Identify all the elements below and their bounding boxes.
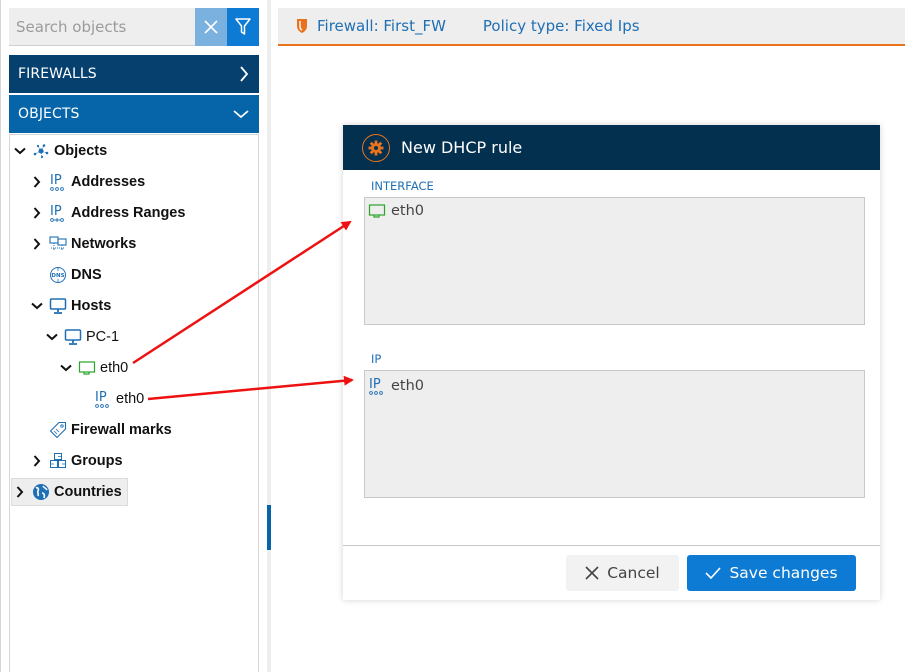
- tree-item-hosts[interactable]: Hosts: [29, 293, 111, 319]
- tree-item-groups[interactable]: Groups: [29, 448, 123, 474]
- checkmark-icon: [705, 567, 722, 579]
- svg-text:IP: IP: [50, 173, 62, 188]
- interface-drop-zone[interactable]: eth0: [364, 197, 865, 325]
- tree-item-label: PC-1: [86, 329, 120, 345]
- tree-item-countries[interactable]: Countries: [11, 478, 128, 506]
- ip-address-icon: IP: [48, 172, 68, 192]
- dialog-footer-divider: [343, 545, 880, 546]
- tree-item-address-ranges[interactable]: IP Address Ranges: [29, 200, 185, 226]
- chevron-right-icon: [240, 66, 249, 82]
- panel-splitter[interactable]: [267, 0, 271, 672]
- chevron-down-icon[interactable]: [58, 364, 74, 372]
- chevron-down-icon[interactable]: [44, 333, 60, 341]
- gear-icon: [362, 133, 390, 162]
- splitter-handle[interactable]: [267, 505, 271, 550]
- objects-network-icon: [31, 141, 51, 161]
- cancel-button[interactable]: Cancel: [566, 555, 679, 591]
- chevron-right-icon[interactable]: [29, 207, 45, 219]
- svg-text:IP: IP: [95, 390, 107, 405]
- network-card-icon: [368, 203, 386, 219]
- network-card-icon: [77, 358, 97, 378]
- filter-button[interactable]: [227, 8, 259, 46]
- new-dhcp-rule-dialog: New DHCP rule INTERFACE eth0 IP IP eth0 …: [343, 125, 880, 600]
- tree-item-label: Addresses: [71, 174, 146, 190]
- search-input[interactable]: [9, 8, 195, 46]
- globe-icon: [31, 482, 51, 502]
- close-icon: [204, 20, 218, 34]
- clear-search-button[interactable]: [195, 8, 227, 46]
- cancel-label: Cancel: [607, 564, 660, 582]
- tree-item-label: Objects: [54, 143, 108, 159]
- tree-item-label: Groups: [71, 453, 123, 469]
- interface-value: eth0: [391, 203, 425, 219]
- filter-icon: [235, 18, 251, 35]
- ip-address-icon: IP: [93, 389, 113, 409]
- firewall-name: Firewall: First_FW: [317, 17, 446, 35]
- tree-item-label: Hosts: [71, 298, 112, 314]
- dialog-header: New DHCP rule: [343, 125, 880, 170]
- chevron-right-icon[interactable]: [12, 486, 28, 498]
- firewalls-section-header[interactable]: FIREWALLS: [9, 55, 259, 93]
- tree-item-pc-1[interactable]: PC-1: [44, 324, 119, 350]
- save-changes-label: Save changes: [729, 564, 838, 582]
- objects-section-header[interactable]: OBJECTS: [9, 95, 259, 133]
- tree-item-objects[interactable]: Objects: [12, 138, 107, 164]
- cubes-icon: [48, 451, 68, 471]
- ip-chip[interactable]: IP eth0: [368, 376, 424, 396]
- networks-icon: [48, 234, 68, 254]
- panel-border: [0, 0, 1, 672]
- monitor-icon: [48, 296, 68, 316]
- object-tree: Objects IP Addresses IP Address Ranges N…: [9, 134, 259, 672]
- search-bar: [9, 8, 259, 46]
- tree-item-label: Networks: [71, 236, 137, 252]
- firewalls-label: FIREWALLS: [18, 66, 97, 82]
- tree-item-dns[interactable]: DNS DNS: [48, 262, 102, 288]
- ip-range-icon: IP: [48, 203, 68, 223]
- interface-label: INTERFACE: [371, 179, 434, 193]
- ip-label: IP: [371, 352, 382, 366]
- svg-text:IP: IP: [369, 377, 381, 392]
- close-icon: [585, 566, 599, 580]
- ip-drop-zone[interactable]: IP eth0: [364, 370, 865, 498]
- tree-item-addresses[interactable]: IP Addresses: [29, 169, 145, 195]
- tree-item-label: DNS: [71, 267, 102, 283]
- ip-address-icon: IP: [368, 376, 386, 396]
- tag-icon: [48, 420, 68, 440]
- chevron-right-icon[interactable]: [29, 176, 45, 188]
- save-changes-button[interactable]: Save changes: [687, 555, 856, 591]
- interface-chip[interactable]: eth0: [368, 203, 424, 219]
- svg-text:DNS: DNS: [51, 273, 64, 279]
- chevron-right-icon[interactable]: [29, 238, 45, 250]
- chevron-down-icon: [233, 110, 249, 119]
- chevron-down-icon[interactable]: [12, 147, 28, 155]
- monitor-icon: [63, 327, 83, 347]
- ip-value: eth0: [391, 378, 425, 394]
- tree-item-eth0-interface[interactable]: eth0: [58, 355, 128, 381]
- tree-item-label: Address Ranges: [71, 205, 186, 221]
- tree-item-label: Firewall marks: [71, 422, 172, 438]
- objects-label: OBJECTS: [18, 106, 80, 122]
- tree-item-label: Countries: [54, 484, 122, 500]
- tree-item-firewall-marks[interactable]: Firewall marks: [48, 417, 172, 443]
- firewall-policy-tab[interactable]: Firewall: First_FW Policy type: Fixed Ip…: [278, 8, 905, 46]
- tree-item-label: eth0: [116, 391, 145, 407]
- tree-item-networks[interactable]: Networks: [29, 231, 136, 257]
- dialog-title: New DHCP rule: [401, 138, 523, 157]
- chevron-down-icon[interactable]: [29, 302, 45, 310]
- policy-type: Policy type: Fixed Ips: [482, 17, 640, 35]
- svg-text:IP: IP: [50, 204, 62, 219]
- shield-icon: [296, 18, 308, 34]
- dns-icon: DNS: [48, 265, 68, 285]
- chevron-right-icon[interactable]: [29, 455, 45, 467]
- tree-item-eth0-ip[interactable]: IP eth0: [93, 386, 144, 412]
- tree-item-label: eth0: [100, 360, 129, 376]
- object-tree-panel: FIREWALLS OBJECTS Objects IP Addresses I…: [0, 0, 268, 672]
